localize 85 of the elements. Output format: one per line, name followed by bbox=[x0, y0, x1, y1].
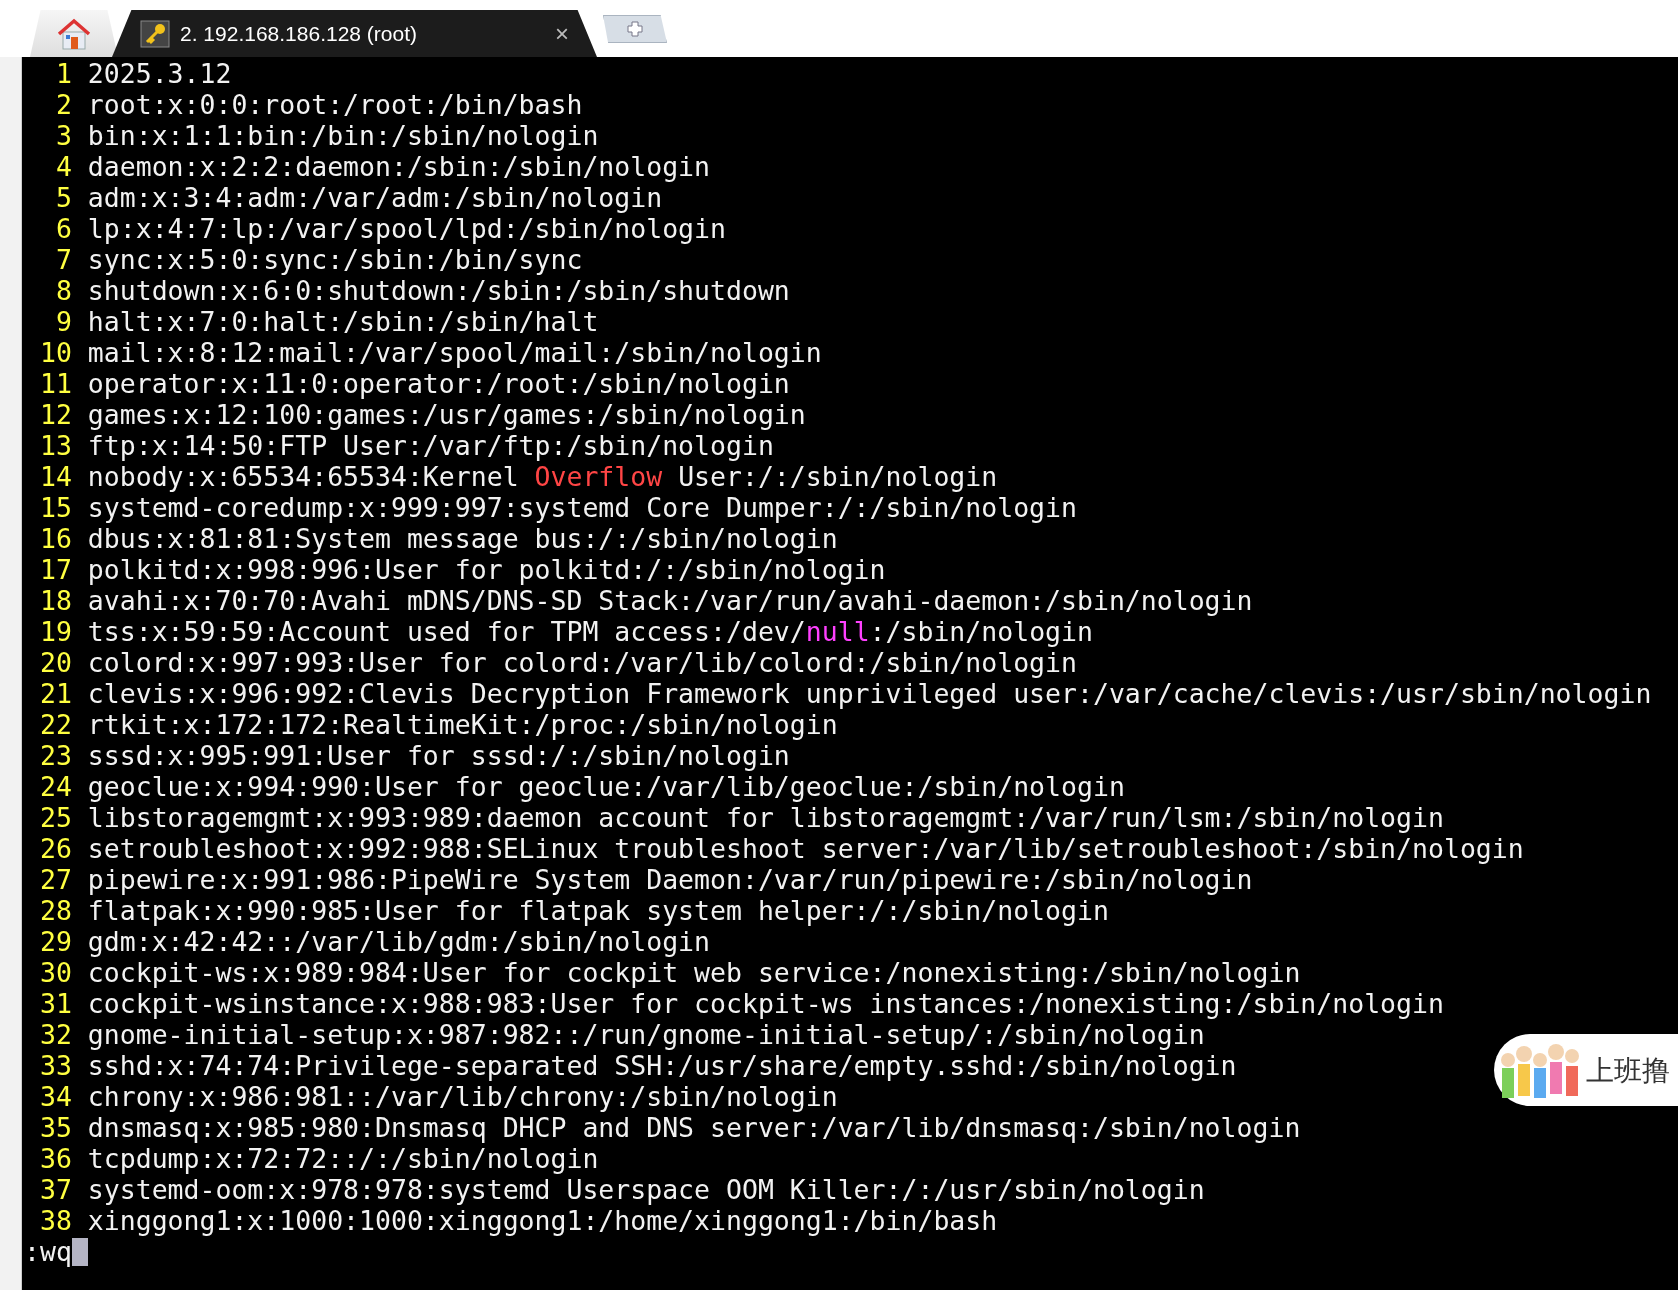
terminal-line: sssd:x:995:991:User for sssd:/:/sbin/nologin bbox=[87, 740, 790, 771]
key-icon bbox=[140, 19, 170, 48]
cursor-block bbox=[71, 1237, 88, 1266]
terminal-line: gnome-initial-setup:x:987:982::/run/gnome-initial-setup/:/sbin/nologin bbox=[87, 1019, 1205, 1050]
terminal-line: cockpit-ws:x:989:984:User for cockpit web service:/nonexisting:/sbin/nologin bbox=[87, 957, 1301, 988]
terminal-line: lp:x:4:7:lp:/var/spool/lpd:/sbin/nologin bbox=[87, 213, 726, 244]
line-number: 12 bbox=[38, 399, 72, 430]
line-number: 29 bbox=[38, 926, 72, 957]
terminal-line: games:x:12:100:games:/usr/games:/sbin/nologin bbox=[87, 399, 806, 430]
line-number: 18 bbox=[38, 585, 72, 616]
line-number: 36 bbox=[38, 1143, 72, 1174]
terminal-line: clevis:x:996:992:Clevis Decryption Framework unprivileged user:/var/cache/clevis:/usr/sbin/nologin bbox=[87, 678, 1652, 709]
line-number: 38 bbox=[38, 1205, 72, 1236]
line-number: 8 bbox=[54, 275, 72, 306]
terminal-line: dbus:x:81:81:System message bus:/:/sbin/nologin bbox=[87, 523, 838, 554]
command-text: :wq bbox=[24, 1236, 72, 1267]
plus-icon bbox=[627, 21, 643, 37]
line-number: 21 bbox=[38, 678, 72, 709]
line-number: 26 bbox=[38, 833, 72, 864]
line-number: 23 bbox=[38, 740, 72, 771]
line-number: 20 bbox=[38, 647, 72, 678]
terminal-line: avahi:x:70:70:Avahi mDNS/DNS-SD Stack:/var/run/avahi-daemon:/sbin/nologin bbox=[87, 585, 1253, 616]
line-number: 5 bbox=[54, 182, 72, 213]
terminal-line: operator:x:11:0:operator:/root:/sbin/nologin bbox=[87, 368, 790, 399]
line-number: 37 bbox=[38, 1174, 72, 1205]
terminal-line: daemon:x:2:2:daemon:/sbin:/sbin/nologin bbox=[87, 151, 711, 182]
line-number: 9 bbox=[54, 306, 72, 337]
line-number: 25 bbox=[38, 802, 72, 833]
session-tab[interactable]: 2. 192.168.186.128 (root) × bbox=[112, 10, 597, 57]
line-number: 10 bbox=[38, 337, 72, 368]
terminal-line: bin:x:1:1:bin:/bin:/sbin/nologin bbox=[87, 120, 599, 151]
terminal-line: sshd:x:74:74:Privilege-separated SSH:/usr/share/empty.sshd:/sbin/nologin bbox=[87, 1050, 1237, 1081]
terminal-line: flatpak:x:990:985:User for flatpak system helper:/:/sbin/nologin bbox=[87, 895, 1109, 926]
line-number: 30 bbox=[38, 957, 72, 988]
line-number: 24 bbox=[38, 771, 72, 802]
terminal-line: gdm:x:42:42::/var/lib/gdm:/sbin/nologin bbox=[87, 926, 711, 957]
terminal-line: geoclue:x:994:990:User for geoclue:/var/lib/geoclue:/sbin/nologin bbox=[87, 771, 1125, 802]
terminal-line: chrony:x:986:981::/var/lib/chrony:/sbin/nologin bbox=[87, 1081, 838, 1112]
terminal-line: tss:x:59:59:Account used for TPM access:/dev/null:/sbin/nologin bbox=[87, 616, 1093, 647]
line-number: 22 bbox=[38, 709, 72, 740]
terminal-line: adm:x:3:4:adm:/var/adm:/sbin/nologin bbox=[87, 182, 663, 213]
line-number: 6 bbox=[54, 213, 72, 244]
terminal-line: polkitd:x:998:996:User for polkitd:/:/sbin/nologin bbox=[87, 554, 886, 585]
terminal-line: libstoragemgmt:x:993:989:daemon account for libstoragemgmt:/var/run/lsm:/sbin/nologin bbox=[87, 802, 1444, 833]
terminal-line: systemd-coredump:x:999:997:systemd Core Dumper:/:/sbin/nologin bbox=[87, 492, 1077, 523]
terminal-line: halt:x:7:0:halt:/sbin:/sbin/halt bbox=[87, 306, 599, 337]
line-number: 33 bbox=[38, 1050, 72, 1081]
line-number: 16 bbox=[38, 523, 72, 554]
line-number: 1 bbox=[54, 58, 72, 89]
line-number: 28 bbox=[38, 895, 72, 926]
line-number: 3 bbox=[54, 120, 72, 151]
widget-label: 上班撸 bbox=[1586, 1054, 1670, 1086]
terminal-line: pipewire:x:991:986:PipeWire System Daemon:/var/run/pipewire:/sbin/nologin bbox=[87, 864, 1253, 895]
line-number: 32 bbox=[38, 1019, 72, 1050]
line-number: 11 bbox=[38, 368, 72, 399]
terminal-line: dnsmasq:x:985:980:Dnsmasq DHCP and DNS server:/var/lib/dnsmasq:/sbin/nologin bbox=[87, 1112, 1301, 1143]
house-icon bbox=[57, 17, 91, 50]
terminal-line: root:x:0:0:root:/root:/bin/bash bbox=[87, 89, 583, 120]
terminal-line: ftp:x:14:50:FTP User:/var/ftp:/sbin/nologin bbox=[87, 430, 774, 461]
floating-widget[interactable]: 上班撸 bbox=[1494, 1034, 1678, 1106]
line-number: 27 bbox=[38, 864, 72, 895]
terminal-line: sync:x:5:0:sync:/sbin:/bin/sync bbox=[87, 244, 583, 275]
line-number: 4 bbox=[54, 151, 72, 182]
terminal-line: shutdown:x:6:0:shutdown:/sbin:/sbin/shutdown bbox=[87, 275, 790, 306]
line-number: 2 bbox=[54, 89, 72, 120]
line-number: 14 bbox=[38, 461, 72, 492]
terminal-line: mail:x:8:12:mail:/var/spool/mail:/sbin/nologin bbox=[87, 337, 822, 368]
terminal-line: cockpit-wsinstance:x:988:983:User for cockpit-ws instances:/nonexisting:/sbin/nologin bbox=[87, 988, 1444, 1019]
terminal-line: nobody:x:65534:65534:Kernel Overflow User:/:/sbin/nologin bbox=[87, 461, 998, 492]
line-number: 13 bbox=[38, 430, 72, 461]
terminal-line: rtkit:x:172:172:RealtimeKit:/proc:/sbin/nologin bbox=[87, 709, 838, 740]
terminal-line: 2025.3.12 bbox=[87, 58, 232, 89]
terminal-line: setroubleshoot:x:992:988:SELinux troubleshoot server:/var/lib/setroubleshoot:/sbin/nologin bbox=[87, 833, 1524, 864]
line-number: 7 bbox=[54, 244, 72, 275]
terminal-line: xinggong1:x:1000:1000:xinggong1:/home/xinggong1:/bin/bash bbox=[87, 1205, 998, 1236]
line-number: 35 bbox=[38, 1112, 72, 1143]
line-number: 31 bbox=[38, 988, 72, 1019]
line-number: 15 bbox=[38, 492, 72, 523]
close-button[interactable]: × bbox=[555, 15, 569, 52]
terminal-line: tcpdump:x:72:72::/:/sbin/nologin bbox=[87, 1143, 599, 1174]
line-number: 34 bbox=[38, 1081, 72, 1112]
line-number: 19 bbox=[38, 616, 72, 647]
line-number: 17 bbox=[38, 554, 72, 585]
terminal-line: systemd-oom:x:978:978:systemd Userspace OOM Killer:/:/usr/sbin/nologin bbox=[87, 1174, 1205, 1205]
terminal-line: colord:x:997:993:User for colord:/var/lib/colord:/sbin/nologin bbox=[87, 647, 1077, 678]
